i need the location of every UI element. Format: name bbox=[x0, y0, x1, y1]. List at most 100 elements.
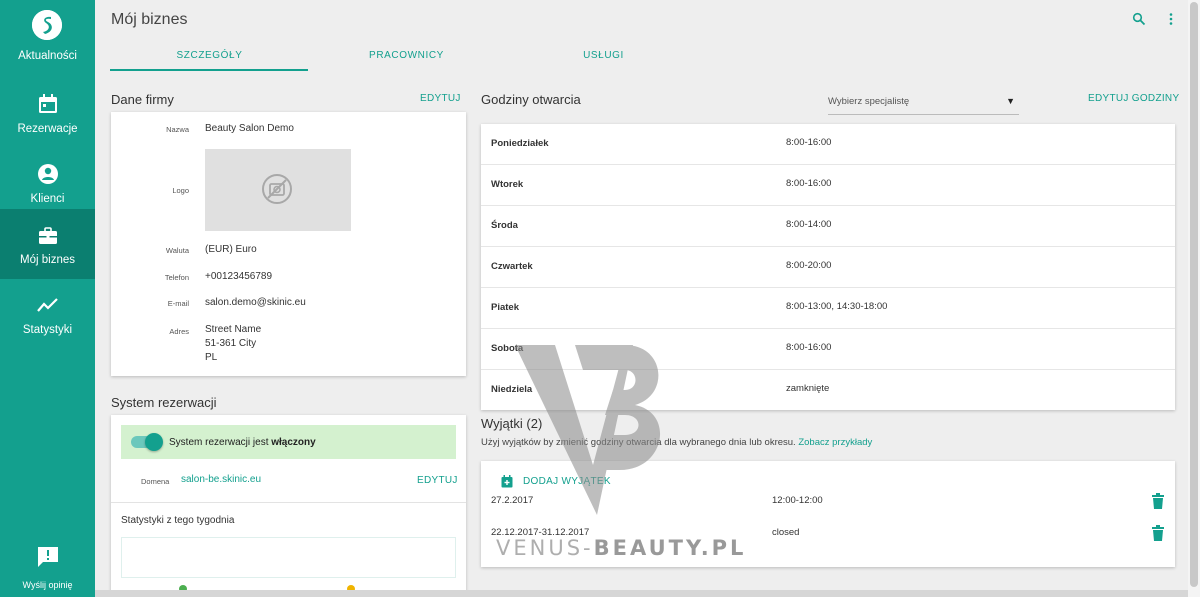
day-hours: 8:00-16:00 bbox=[786, 178, 832, 189]
calendar-add-icon bbox=[501, 475, 513, 488]
trash-icon[interactable] bbox=[1151, 493, 1165, 509]
domain-link[interactable]: salon-be.skinic.eu bbox=[181, 474, 261, 485]
day-hours: 8:00-13:00, 14:30-18:00 bbox=[786, 301, 888, 312]
booking-toggle[interactable] bbox=[131, 433, 163, 451]
address-label: Adres bbox=[169, 327, 189, 336]
dropdown-caret-icon: ▼ bbox=[1006, 96, 1015, 106]
day-name: Czwartek bbox=[491, 261, 533, 272]
day-hours: 8:00-16:00 bbox=[786, 342, 832, 353]
phone-value: +00123456789 bbox=[205, 271, 273, 282]
day-hours: 8:00-20:00 bbox=[786, 260, 832, 271]
toggle-knob bbox=[145, 433, 163, 451]
tab-pracownicy[interactable]: PRACOWNICY bbox=[308, 50, 505, 61]
divider bbox=[111, 502, 466, 503]
sidebar-item-statystyki[interactable]: Statystyki bbox=[0, 279, 95, 349]
sidebar-item-label: Rezerwacje bbox=[17, 123, 78, 135]
day-name: Wtorek bbox=[491, 179, 524, 190]
exception-hours: 12:00-12:00 bbox=[772, 495, 823, 506]
weekly-stats-title: Statystyki z tego tygodnia bbox=[121, 515, 235, 526]
day-name: Sobota bbox=[491, 343, 524, 354]
day-name: Niedziela bbox=[491, 384, 533, 395]
hours-card: Poniedziałek 8:00-16:00 Wtorek 8:00-16:0… bbox=[481, 124, 1175, 410]
booking-status-text: System rezerwacji jest włączony bbox=[169, 437, 316, 448]
feedback-icon bbox=[38, 547, 58, 567]
company-edit-button[interactable]: EDYTUJ bbox=[420, 93, 461, 104]
address-line-2: 51-361 City bbox=[205, 338, 257, 349]
hours-section-title: Godziny otwarcia bbox=[481, 92, 581, 107]
company-section-title: Dane firmy bbox=[111, 92, 174, 107]
watermark-text: VENUS-BEAUTY.PL bbox=[496, 536, 746, 560]
table-row: Piatek 8:00-13:00, 14:30-18:00 bbox=[481, 288, 1175, 329]
table-row: Niedziela zamknięte bbox=[481, 370, 1175, 411]
domain-label: Domena bbox=[141, 477, 170, 486]
calendar-icon bbox=[39, 94, 57, 113]
active-tab-indicator bbox=[110, 69, 308, 71]
day-hours: 8:00-16:00 bbox=[786, 137, 832, 148]
currency-value: (EUR) Euro bbox=[205, 244, 257, 255]
currency-label: Waluta bbox=[165, 246, 189, 255]
exception-date: 27.2.2017 bbox=[491, 495, 534, 506]
specialist-select-placeholder: Wybierz specjalistę bbox=[828, 96, 910, 107]
sidebar-item-rezerwacje[interactable]: Rezerwacje bbox=[0, 78, 95, 148]
day-hours: zamknięte bbox=[786, 383, 830, 394]
person-icon bbox=[38, 164, 58, 184]
status-value: włączony bbox=[271, 437, 316, 448]
email-label: E-mail bbox=[167, 299, 189, 308]
sidebar-item-label: Klienci bbox=[30, 193, 65, 205]
watermark-suffix: BEAUTY.PL bbox=[593, 536, 747, 560]
booking-section-title: System rezerwacji bbox=[111, 395, 217, 410]
exception-hours: closed bbox=[772, 527, 800, 538]
address-line-1: Street Name bbox=[205, 324, 262, 335]
day-name: Środa bbox=[491, 220, 518, 231]
name-value: Beauty Salon Demo bbox=[205, 123, 294, 134]
more-vert-icon[interactable] bbox=[1164, 12, 1178, 26]
phone-label: Telefon bbox=[164, 273, 189, 282]
sidebar-item-klienci[interactable]: Klienci bbox=[0, 148, 95, 218]
booking-card: System rezerwacji jest włączony Domena s… bbox=[111, 415, 466, 593]
exceptions-description-text: Użyj wyjątków by zmienić godziny otwarci… bbox=[481, 437, 796, 448]
briefcase-icon bbox=[39, 227, 57, 244]
tab-szczegoly[interactable]: SZCZEGÓŁY bbox=[111, 50, 308, 61]
page-title: Mój biznes bbox=[111, 11, 188, 28]
day-name: Poniedziałek bbox=[491, 138, 549, 149]
email-value: salon.demo@skinic.eu bbox=[205, 297, 306, 308]
edit-hours-button[interactable]: EDYTUJ GODZINY bbox=[1088, 93, 1179, 104]
day-hours: 8:00-14:00 bbox=[786, 219, 832, 230]
watermark-prefix: VENUS- bbox=[496, 536, 594, 560]
sidebar-item-aktualnosci[interactable]: Aktualności bbox=[0, 50, 95, 62]
weekly-stats-chart bbox=[121, 537, 456, 578]
feedback-label: Wyślij opinię bbox=[22, 580, 73, 590]
exceptions-description: Użyj wyjątków by zmienić godziny otwarci… bbox=[481, 437, 872, 448]
trash-icon[interactable] bbox=[1151, 525, 1165, 541]
sidebar-item-moj-biznes[interactable]: Mój biznes bbox=[0, 209, 95, 279]
booking-status-bar: System rezerwacji jest włączony bbox=[121, 425, 456, 459]
search-icon[interactable] bbox=[1132, 12, 1146, 26]
table-row: Poniedziałek 8:00-16:00 bbox=[481, 124, 1175, 165]
add-exception-label: DODAJ WYJĄTEK bbox=[523, 476, 611, 487]
logo-placeholder[interactable] bbox=[205, 149, 351, 231]
scrollbar-thumb[interactable] bbox=[1190, 2, 1198, 587]
horizontal-scrollbar[interactable] bbox=[95, 590, 1188, 597]
company-card: Nazwa Beauty Salon Demo Logo Waluta (EUR… bbox=[111, 112, 466, 376]
vertical-scrollbar[interactable] bbox=[1188, 0, 1200, 597]
sidebar-item-label: Statystyki bbox=[22, 324, 73, 336]
trend-icon bbox=[37, 298, 58, 312]
table-row: Środa 8:00-14:00 bbox=[481, 206, 1175, 247]
logo-label: Logo bbox=[172, 186, 189, 195]
table-row: Czwartek 8:00-20:00 bbox=[481, 247, 1175, 288]
list-item: 27.2.2017 12:00-12:00 bbox=[491, 491, 1171, 511]
exceptions-section-title: Wyjątki (2) bbox=[481, 416, 543, 431]
domain-edit-button[interactable]: EDYTUJ bbox=[417, 475, 458, 486]
status-prefix: System rezerwacji jest bbox=[169, 437, 272, 448]
examples-link[interactable]: Zobacz przykłady bbox=[798, 437, 872, 448]
name-label: Nazwa bbox=[166, 125, 189, 134]
specialist-select[interactable]: Wybierz specjalistę ▼ bbox=[828, 88, 1019, 115]
day-name: Piatek bbox=[491, 302, 519, 313]
no-image-icon bbox=[262, 174, 292, 204]
table-row: Sobota 8:00-16:00 bbox=[481, 329, 1175, 370]
feedback-button[interactable]: Wyślij opinię bbox=[0, 540, 95, 597]
app-logo-icon[interactable] bbox=[32, 10, 62, 40]
table-row: Wtorek 8:00-16:00 bbox=[481, 165, 1175, 206]
tab-uslugi[interactable]: USŁUGI bbox=[505, 50, 702, 61]
sidebar: Aktualności Rezerwacje Klienci Mój bizne… bbox=[0, 0, 95, 597]
